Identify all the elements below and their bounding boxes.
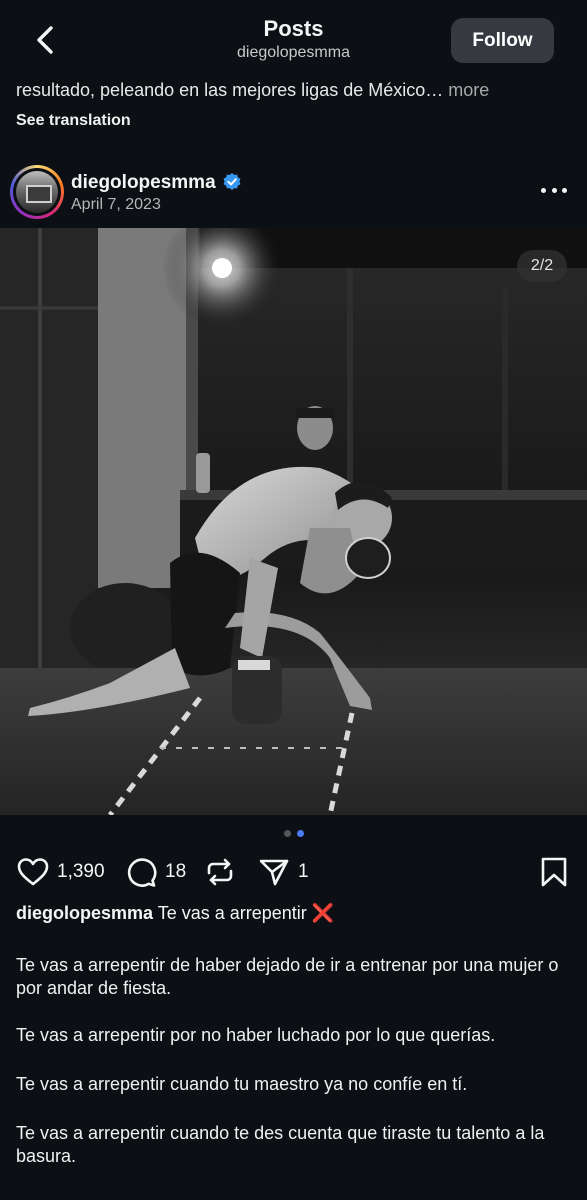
follow-button[interactable]: Follow <box>451 18 554 63</box>
like-count[interactable]: 1,390 <box>57 861 105 883</box>
save-button[interactable] <box>540 852 568 892</box>
post-actions: 1,390 18 1 <box>0 852 587 892</box>
comment-count[interactable]: 18 <box>165 861 186 883</box>
post-image[interactable] <box>0 228 587 815</box>
avatar-image <box>16 171 58 213</box>
caption-first-line: diegolopesmma Te vas a arrepentir ❌ <box>16 903 334 924</box>
caption-paragraph: Te vas a arrepentir de haber dejado de i… <box>16 955 559 998</box>
more-horizontal-icon <box>541 187 546 193</box>
previous-post-caption: resultado, peleando en las mejores ligas… <box>16 80 489 101</box>
see-translation-link[interactable]: See translation <box>16 112 131 130</box>
caption-paragraph: Te vas a arrepentir por no haber luchado… <box>16 1025 496 1045</box>
share-count[interactable]: 1 <box>298 861 309 883</box>
top-bar: Posts diegolopesmma Follow <box>0 0 587 80</box>
post-date: April 7, 2023 <box>71 196 161 213</box>
carousel-dot[interactable] <box>283 830 291 837</box>
caption-paragraph: Te vas a arrepentir cuando tu maestro ya… <box>16 1074 468 1094</box>
more-options-button[interactable] <box>541 182 567 198</box>
cross-mark-emoji: ❌ <box>311 903 335 923</box>
caption-username[interactable]: diegolopesmma <box>16 903 153 923</box>
comment-button[interactable]: 18 <box>125 852 186 892</box>
caption-text: Te vas a arrepentir <box>157 903 307 923</box>
repost-button[interactable] <box>204 852 236 892</box>
verified-badge-icon <box>222 172 242 197</box>
like-button[interactable]: 1,390 <box>17 852 105 892</box>
image-counter-badge: 2/2 <box>517 250 567 282</box>
send-icon <box>259 859 289 886</box>
post-username[interactable]: diegolopesmma <box>71 172 216 194</box>
post-header: diegolopesmma April 7, 2023 <box>0 160 587 226</box>
bookmark-icon <box>541 857 567 887</box>
repost-icon <box>207 858 233 886</box>
heart-icon <box>17 858 49 886</box>
share-button[interactable]: 1 <box>258 852 309 892</box>
avatar[interactable] <box>10 165 64 219</box>
carousel-indicator <box>0 830 587 837</box>
more-link[interactable]: more <box>448 80 489 100</box>
comment-icon <box>127 858 157 887</box>
carousel-dot-active[interactable] <box>296 830 304 837</box>
previous-caption-text: resultado, peleando en las mejores ligas… <box>16 80 444 100</box>
caption-paragraph: Te vas a arrepentir cuando te des cuenta… <box>16 1123 545 1166</box>
